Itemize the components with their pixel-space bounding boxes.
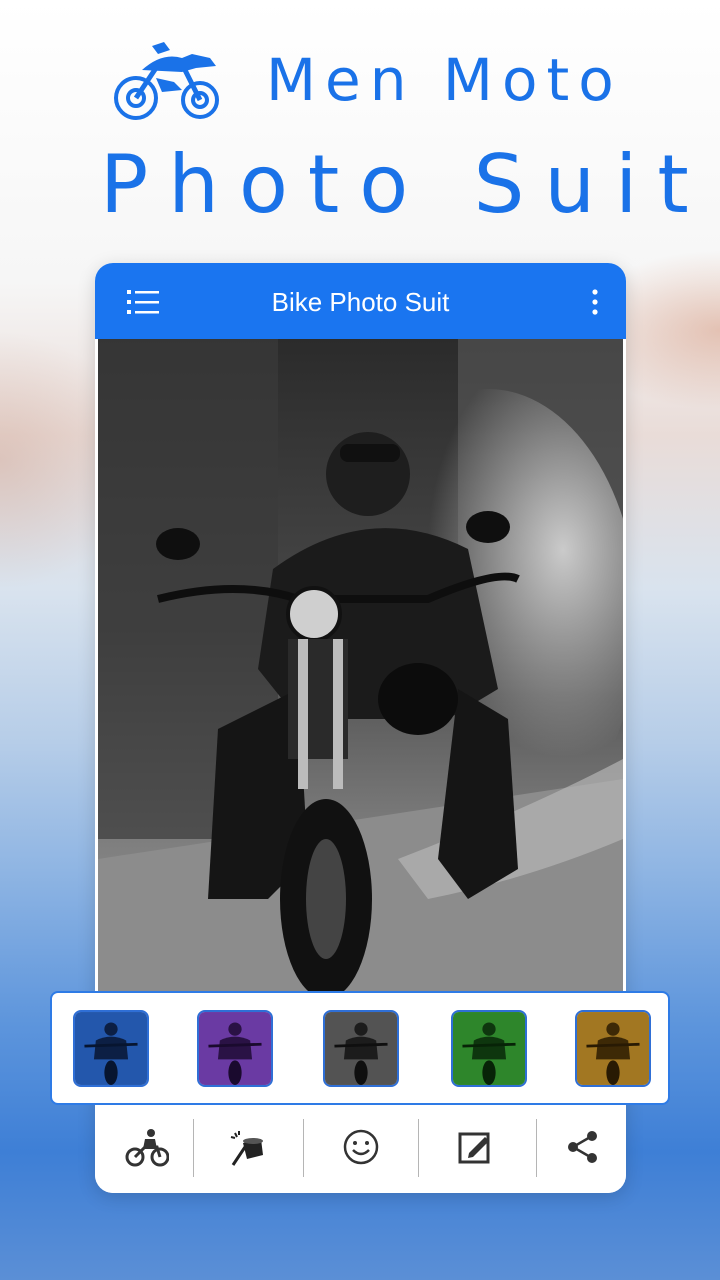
magic-hat-icon xyxy=(230,1131,263,1166)
share-button[interactable] xyxy=(559,1123,607,1171)
toolbar-divider xyxy=(418,1119,419,1177)
photo-frame xyxy=(98,339,623,999)
effect-thumb-blue[interactable] xyxy=(73,1010,149,1087)
toolbar-divider xyxy=(536,1119,537,1177)
effects-strip xyxy=(50,991,670,1105)
title-line-2: Photo Suit xyxy=(100,138,709,231)
effect-thumb-gray[interactable] xyxy=(323,1010,399,1087)
sticker-button[interactable] xyxy=(337,1123,385,1171)
share-icon xyxy=(568,1131,597,1163)
effect-thumb-green[interactable] xyxy=(451,1010,527,1087)
motorbike-rider-photo[interactable] xyxy=(98,339,623,999)
smiley-sticker-icon xyxy=(343,1129,379,1165)
effect-thumb-purple[interactable] xyxy=(197,1010,273,1087)
motorbike-logo-icon xyxy=(114,42,219,120)
bike-suit-icon xyxy=(125,1129,169,1167)
app-bar: Bike Photo Suit xyxy=(95,263,626,339)
title-line-1: Men Moto xyxy=(266,46,623,114)
magic-effects-button[interactable] xyxy=(223,1123,271,1171)
more-vertical-icon[interactable] xyxy=(590,289,600,315)
edit-text-icon xyxy=(458,1132,490,1164)
edit-text-button[interactable] xyxy=(451,1123,499,1171)
bike-suit-button[interactable] xyxy=(123,1123,171,1171)
toolbar-divider xyxy=(193,1119,194,1177)
bottom-toolbar xyxy=(95,1105,626,1193)
effect-thumb-sepia[interactable] xyxy=(575,1010,651,1087)
toolbar-divider xyxy=(303,1119,304,1177)
app-title: Bike Photo Suit xyxy=(271,287,450,317)
